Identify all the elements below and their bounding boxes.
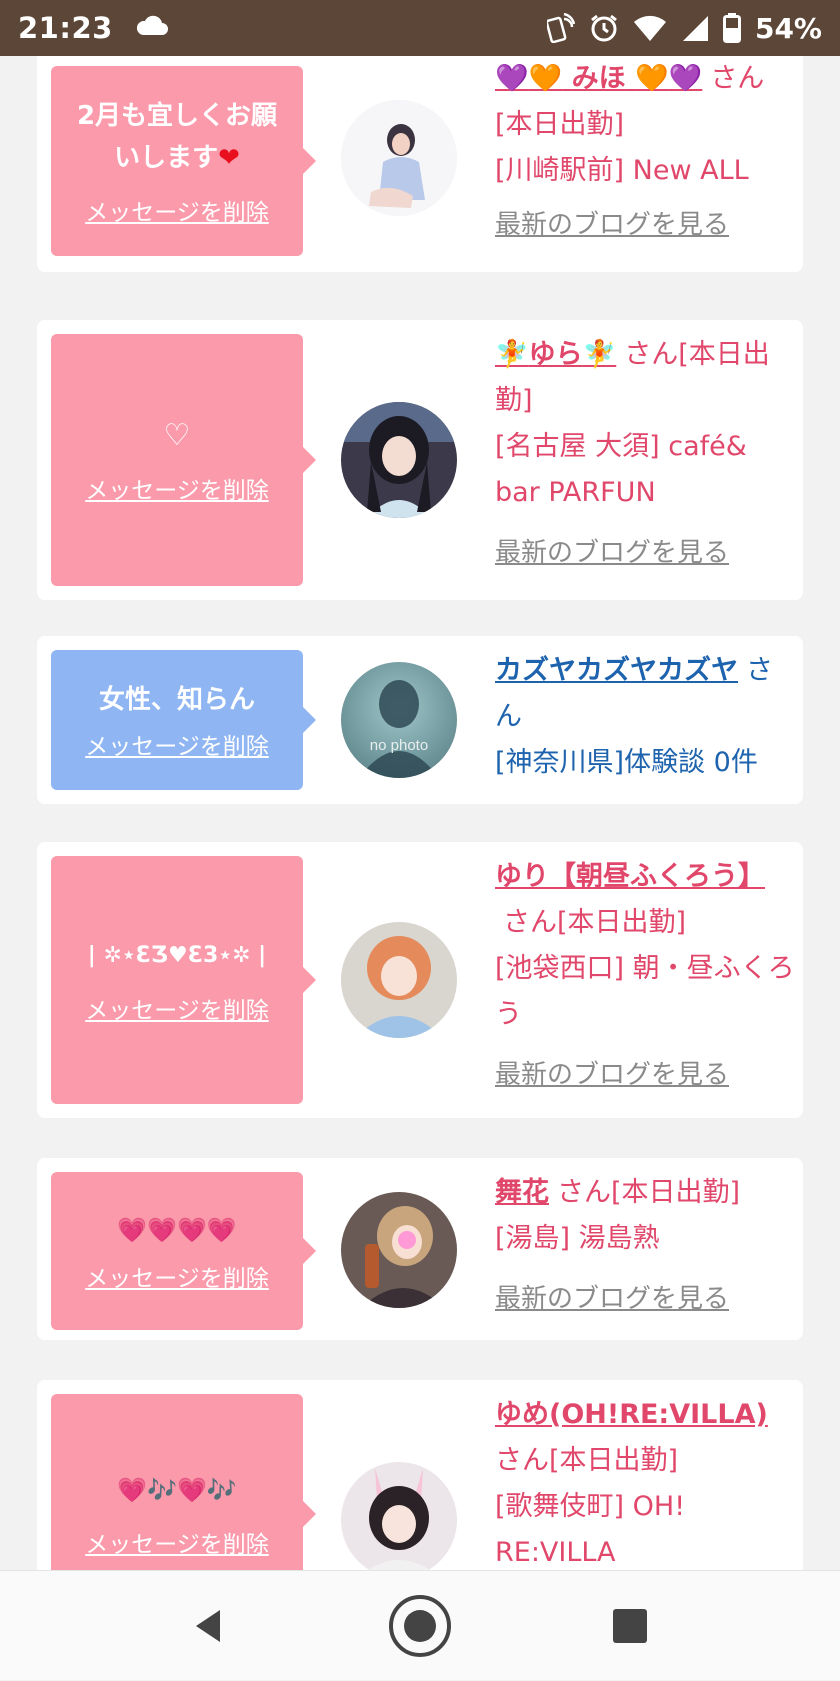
profile-name-link[interactable]: ゆり【朝昼ふくろう】 (495, 861, 765, 892)
message-bubble: 💗💗💗💗 メッセージを削除 (51, 1172, 316, 1330)
signal-icon (681, 14, 709, 42)
message-bubble: 女性、知らん メッセージを削除 (51, 650, 316, 790)
delete-message-link[interactable]: メッセージを削除 (85, 1525, 269, 1559)
view-blog-link[interactable]: 最新のブログを見る (495, 1276, 795, 1322)
profile-info: ゆめ(OH!RE:VILLA) さん[本日出勤] [歌舞伎町] OH! RE:V… (495, 1392, 795, 1570)
message-text: ♡ (163, 418, 191, 453)
view-blog-link[interactable]: 最新のブログを見る (495, 1052, 795, 1098)
profile-info: 🧚ゆら🧚 さん[本日出勤] [名古屋 大須] café& bar PARFUN 最… (495, 332, 795, 576)
profile-info: 舞花 さん[本日出勤] [湯島] 湯島熟 最新のブログを見る (495, 1170, 795, 1322)
profile-info: ゆり【朝昼ふくろう】さん[本日出勤] [池袋西口] 朝・昼ふくろう 最新のブログ… (495, 854, 795, 1098)
shop-location: [名古屋 大須] café& bar PARFUN (495, 431, 747, 508)
message-text: 2月も宜しくお願いします❤ (76, 101, 278, 173)
no-photo-label: no photo (370, 737, 428, 754)
message-card: 💗🎶💗🎶 メッセージを削除 ゆめ(OH!RE:VILLA) さん[本日出勤] [… (37, 1380, 803, 1570)
delete-message-link[interactable]: メッセージを削除 (85, 1259, 269, 1293)
honorific: さん (557, 1177, 611, 1208)
honorific: さん (710, 63, 765, 94)
work-badge: [本日出勤] (611, 1177, 741, 1208)
navigation-bar (0, 1570, 840, 1680)
honorific: さん (503, 907, 557, 938)
message-text: 女性、知らん (98, 685, 255, 715)
avatar[interactable] (341, 922, 457, 1038)
shop-location: [歌舞伎町] OH! RE:VILLA (495, 1491, 686, 1568)
home-button[interactable] (360, 1571, 480, 1681)
profile-name-link[interactable]: 舞花 (495, 1177, 549, 1208)
message-list: 2月も宜しくお願いします❤ メッセージを削除 💜🧡 みほ 🧡💜 さん [本日出勤] … (0, 56, 840, 1570)
avatar[interactable] (341, 402, 457, 518)
back-icon (196, 1610, 220, 1642)
message-text: | ✲⋆ƐƷ♥Ɛ3⋆✲ | (87, 943, 267, 968)
shop-location: [川崎駅前] New ALL (495, 155, 749, 186)
profile-name-link[interactable]: カズヤカズヤカズヤ (495, 655, 738, 686)
delete-message-link[interactable]: メッセージを削除 (85, 471, 269, 505)
avatar[interactable] (341, 100, 457, 216)
home-icon (389, 1595, 451, 1657)
alarm-icon (589, 13, 619, 43)
battery-percent: 54% (754, 11, 822, 45)
profile-name-link[interactable]: ゆめ(OH!RE:VILLA) (495, 1399, 768, 1430)
delete-message-link[interactable]: メッセージを削除 (85, 727, 269, 761)
honorific: さん (495, 1445, 549, 1476)
battery-icon (722, 13, 741, 43)
wifi-icon (633, 14, 667, 42)
delete-message-link[interactable]: メッセージを削除 (85, 193, 269, 227)
delete-message-link[interactable]: メッセージを削除 (85, 991, 269, 1025)
recents-icon (613, 1609, 647, 1643)
work-badge: [本日出勤] (495, 109, 625, 140)
profile-name-link[interactable]: 🧚ゆら🧚 (495, 339, 616, 370)
profile-info: 💜🧡 みほ 🧡💜 さん [本日出勤] [川崎駅前] New ALL 最新のブログを見… (495, 56, 795, 248)
shop-location: [池袋西口] 朝・昼ふくろう (495, 953, 795, 1030)
message-text: 💗🎶💗🎶 (117, 1476, 237, 1504)
back-button[interactable] (148, 1571, 268, 1681)
work-badge: [本日出勤] (549, 1445, 679, 1476)
message-card: 女性、知らん メッセージを削除 no photo カズヤカズヤカズヤ さん [神奈… (37, 636, 803, 804)
message-card: | ✲⋆ƐƷ♥Ɛ3⋆✲ | メッセージを削除 ゆり【朝昼ふくろう】さん[本日出勤… (37, 842, 803, 1118)
avatar[interactable] (341, 1462, 457, 1570)
message-bubble: | ✲⋆ƐƷ♥Ɛ3⋆✲ | メッセージを削除 (51, 856, 316, 1104)
experience-count: [神奈川県]体験談 0件 (495, 747, 758, 778)
status-time: 21:23 (18, 11, 113, 45)
message-bubble: 2月も宜しくお願いします❤ メッセージを削除 (51, 66, 316, 256)
profile-info: カズヤカズヤカズヤ さん [神奈川県]体験談 0件 (495, 648, 795, 786)
view-blog-link[interactable]: 最新のブログを見る (495, 202, 795, 248)
work-badge: [本日出勤] (557, 907, 687, 938)
avatar[interactable] (341, 1192, 457, 1308)
message-bubble: ♡ メッセージを削除 (51, 334, 316, 586)
view-blog-link[interactable]: 最新のブログを見る (495, 530, 795, 576)
cloud-icon (135, 15, 169, 41)
message-text: 💗💗💗💗 (117, 1216, 237, 1244)
nfc-icon (546, 13, 575, 43)
message-card: 💗💗💗💗 メッセージを削除 舞花 さん[本日出勤] [湯島] 湯島熟 最新のブログ… (37, 1158, 803, 1340)
profile-name-link[interactable]: 💜🧡 みほ 🧡💜 (495, 63, 702, 94)
honorific: さん (624, 339, 679, 370)
message-card: 2月も宜しくお願いします❤ メッセージを削除 💜🧡 みほ 🧡💜 さん [本日出勤] … (37, 56, 803, 272)
status-bar: 21:23 54% (0, 0, 840, 56)
shop-location: [湯島] 湯島熟 (495, 1223, 660, 1254)
message-bubble: 💗🎶💗🎶 メッセージを削除 (51, 1394, 316, 1570)
avatar[interactable]: no photo (341, 662, 457, 778)
recents-button[interactable] (570, 1571, 690, 1681)
message-card: ♡ メッセージを削除 🧚ゆら🧚 さん[本日出勤] [名古屋 大須] café& b… (37, 320, 803, 600)
